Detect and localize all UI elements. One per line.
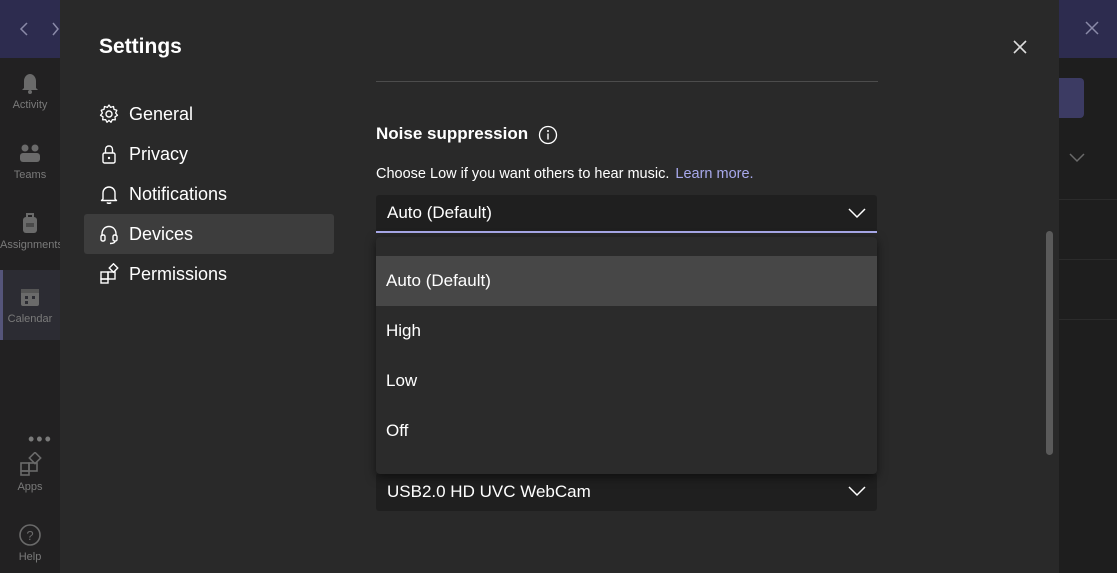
option-high[interactable]: High [376, 306, 877, 356]
learn-more-link[interactable]: Learn more. [675, 166, 753, 182]
divider [1059, 199, 1117, 200]
info-icon[interactable] [537, 124, 559, 146]
rail-item-apps[interactable]: Apps [0, 452, 60, 522]
rail-label: Assignments [0, 239, 63, 251]
noise-suppression-description: Choose Low if you want others to hear mu… [376, 166, 754, 182]
backpack-icon [23, 213, 37, 233]
rail-item-help[interactable]: ? Help [0, 522, 60, 573]
rail-item-teams[interactable]: Teams [0, 140, 60, 210]
nav-item-devices[interactable]: Devices [84, 214, 334, 254]
camera-select[interactable]: USB2.0 HD UVC WebCam [376, 473, 877, 511]
option-label: Off [386, 421, 409, 440]
gear-icon [98, 103, 120, 125]
nav-item-notifications[interactable]: Notifications [84, 174, 334, 214]
nav-label: Devices [129, 223, 194, 244]
close-icon[interactable] [1010, 37, 1030, 57]
chevron-down-icon [1069, 153, 1085, 163]
option-label: High [386, 321, 421, 340]
rail-label: Teams [13, 169, 47, 181]
window-close-icon[interactable] [1082, 18, 1102, 38]
option-off[interactable]: Off [376, 406, 877, 456]
back-arrow-icon[interactable] [15, 18, 33, 40]
noise-suppression-dropdown: Auto (Default) High Low Off [376, 237, 877, 474]
nav-item-permissions[interactable]: Permissions [84, 254, 334, 294]
settings-dialog: Settings General Privacy Notifications D… [60, 0, 1059, 573]
description-text: Choose Low if you want others to hear mu… [376, 166, 670, 182]
select-value: Auto (Default) [387, 203, 492, 222]
calendar-icon [21, 289, 39, 306]
bell-icon [22, 74, 38, 94]
teams-icon [20, 144, 40, 162]
option-low[interactable]: Low [376, 356, 877, 406]
background-content [1059, 58, 1117, 573]
background-button [1059, 78, 1084, 118]
rail-item-calendar[interactable]: Calendar [0, 270, 60, 340]
noise-suppression-heading: Noise suppression [376, 124, 529, 143]
chevron-down-icon [848, 208, 866, 219]
option-auto-default[interactable]: Auto (Default) [376, 256, 877, 306]
nav-label: Privacy [129, 143, 189, 164]
rail-label: Activity [12, 99, 48, 111]
rail-label: Help [18, 551, 42, 563]
nav-item-general[interactable]: General [84, 94, 334, 134]
app-rail: Activity Teams Assignments Calendar ••• [0, 58, 63, 573]
rail-item-activity[interactable]: Activity [0, 70, 60, 140]
nav-label: Notifications [129, 183, 228, 204]
headset-icon [98, 223, 120, 245]
nav-label: General [129, 103, 194, 124]
option-label: Auto (Default) [386, 271, 491, 290]
bell-icon [98, 183, 120, 205]
chevron-down-icon [848, 486, 866, 497]
lock-icon [98, 143, 120, 165]
divider [1059, 259, 1117, 260]
more-apps-icon[interactable]: ••• [28, 429, 53, 450]
option-label: Low [386, 371, 418, 390]
scrollbar-thumb[interactable] [1046, 231, 1053, 455]
nav-item-privacy[interactable]: Privacy [84, 134, 334, 174]
dialog-title: Settings [99, 35, 182, 58]
section-divider [376, 81, 878, 82]
help-icon: ? [19, 524, 41, 546]
apps-icon [98, 263, 120, 285]
rail-label: Calendar [7, 313, 53, 325]
divider [1059, 319, 1117, 320]
rail-label: Apps [17, 481, 43, 493]
svg-text:?: ? [26, 528, 33, 543]
forward-arrow-icon[interactable] [50, 18, 60, 40]
nav-label: Permissions [129, 263, 228, 284]
noise-suppression-select[interactable]: Auto (Default) [376, 195, 877, 233]
apps-icon [20, 452, 42, 476]
select-value: USB2.0 HD UVC WebCam [387, 482, 591, 501]
